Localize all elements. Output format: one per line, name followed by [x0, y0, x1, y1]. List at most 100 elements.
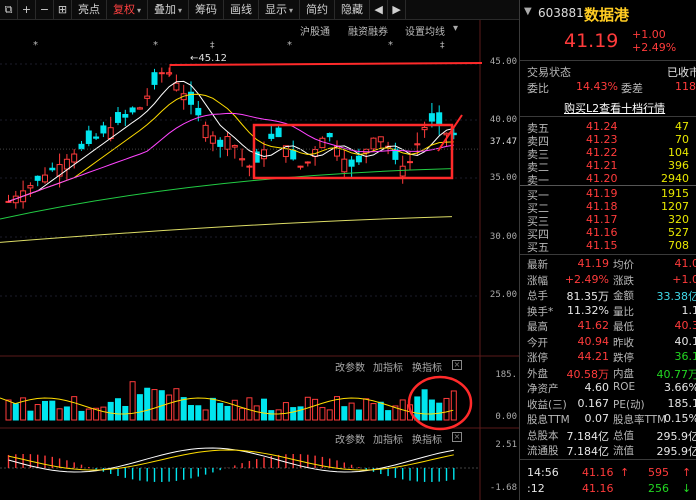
ma60-line	[0, 168, 453, 220]
toolbar-display-button[interactable]: 显示 ▾	[259, 0, 301, 20]
volume-bar	[107, 401, 114, 421]
stat-label: 流值	[613, 445, 634, 457]
ask-row[interactable]: 卖五 41.24 47	[520, 120, 696, 135]
candle-body	[246, 165, 253, 168]
bid-row[interactable]: 买三 41.17 320	[520, 213, 696, 228]
grid-icon[interactable]: ⊞	[54, 0, 72, 20]
ask-volume: 104	[668, 146, 689, 159]
quote-panel: ▼ 603881 数据港 41.19 +1.00 +2.49% 交易状态 已收市…	[519, 0, 696, 500]
ask-row[interactable]: 卖四 41.23 70	[520, 133, 696, 148]
stat-value: 40.94	[577, 334, 610, 348]
volume-bar	[5, 399, 12, 421]
candle-body	[377, 136, 384, 143]
chevron-down-icon[interactable]: ▾	[453, 23, 458, 34]
stat-label: 涨停	[527, 352, 548, 364]
trade-status-label: 交易状态	[527, 66, 571, 79]
window-icon[interactable]: ⧉	[0, 0, 18, 20]
candle-body	[268, 133, 275, 139]
candle-body	[5, 200, 12, 203]
plus-icon[interactable]: +	[18, 0, 36, 20]
stat-value: 185.1	[667, 396, 696, 410]
stat-value: 40.1	[674, 334, 696, 348]
minus-icon[interactable]: −	[36, 0, 54, 20]
candle-body	[209, 135, 216, 144]
volume-bar	[144, 387, 151, 421]
volume-bar	[253, 405, 260, 421]
event-star-icon: *	[33, 40, 38, 51]
buy-l2-link[interactable]: 购买L2查看十档行情	[564, 100, 665, 116]
stat-value: 40.77万	[656, 367, 696, 381]
stat-value: 36.1	[674, 350, 696, 363]
volume-bar	[42, 400, 48, 421]
volume-bar	[188, 405, 194, 421]
volume-bar	[268, 410, 275, 421]
volume-bar	[450, 390, 457, 421]
bid-row[interactable]: 买五 41.15 708	[520, 239, 696, 254]
menu-icon[interactable]: ▼	[524, 6, 532, 17]
ask-row[interactable]: 卖三 41.22 104	[520, 146, 696, 161]
prev-icon[interactable]: ◀	[370, 0, 389, 20]
candle-body	[122, 114, 129, 118]
tick-row: :12 41.16 256 ↓	[520, 482, 696, 496]
volume-bar	[34, 404, 41, 421]
stat-label: 流通股	[527, 445, 559, 457]
macd-add-indicator-button[interactable]: 加指标	[373, 431, 403, 446]
toolbar-simple-button[interactable]: 简约	[300, 0, 336, 20]
kline-chart-area[interactable]: * * * * ‡ ‡ 沪股通 融资融券 设置均线 ▾ ←45.12 45.00 40.0…	[0, 20, 519, 500]
vol-modify-params-button[interactable]: 改参数	[335, 359, 365, 374]
macd-switch-indicator-button[interactable]: 换指标	[412, 431, 442, 446]
toolbar-overlay-button[interactable]: 叠加 ▾	[148, 0, 190, 20]
last-price: 41.19	[564, 30, 619, 52]
volume-bar	[355, 409, 362, 421]
chart-toolbar: ⧉ + − ⊞ 亮点 复权 ▾ 叠加 ▾ 筹码 画线 显示 ▾ 简约 隐藏 ◀ ▶	[0, 0, 519, 20]
volume-bar	[275, 409, 282, 421]
volume-bar	[319, 407, 326, 421]
bid-row[interactable]: 买二 41.18 1207	[520, 200, 696, 215]
bid-row[interactable]: 买四 41.16 527	[520, 226, 696, 241]
bid-volume: 1207	[661, 200, 689, 213]
ask-price: 41.23	[586, 133, 618, 146]
stat-row: 总手 81.35万 金额 33.38亿	[520, 288, 696, 303]
price-tick: 25.00	[489, 290, 517, 300]
tick-price: 41.16	[582, 466, 614, 479]
tick-volume: 256	[648, 482, 669, 495]
vol-add-indicator-button[interactable]: 加指标	[373, 359, 403, 374]
macd-modify-params-button[interactable]: 改参数	[335, 431, 365, 446]
ask-volume: 47	[675, 120, 689, 133]
divider	[520, 185, 696, 186]
vol-close-icon[interactable]: ×	[452, 360, 462, 370]
stat-label: 内盘	[613, 367, 634, 380]
toolbar-adjust-button[interactable]: 复权 ▾	[107, 0, 149, 20]
toolbar-hide-button[interactable]: 隐藏	[335, 0, 371, 20]
stat-row: 涨幅 +2.49% 涨跌 +1.0	[520, 273, 696, 287]
vol-switch-indicator-button[interactable]: 换指标	[412, 359, 442, 374]
chevron-down-icon: ▾	[137, 5, 142, 15]
trade-status-row: 交易状态 已收市	[520, 64, 696, 79]
hk-connect-link[interactable]: 沪股通	[300, 23, 330, 38]
stat-label: 净资产	[527, 383, 559, 395]
stat-label: 外盘	[527, 367, 548, 380]
toolbar-highlight-button[interactable]: 亮点	[72, 0, 107, 20]
toolbar-chips-button[interactable]: 筹码	[189, 0, 225, 20]
set-ma-link[interactable]: 设置均线	[405, 23, 445, 38]
stat-value: 7.184亿	[566, 429, 610, 443]
volume-bar	[414, 396, 421, 421]
stat-label: 股息TTM	[527, 414, 570, 426]
stat-label: 换手*	[527, 305, 554, 318]
next-icon[interactable]: ▶	[388, 0, 407, 20]
stat-value: 40.3	[674, 319, 696, 332]
candle-body	[202, 124, 209, 139]
stat-value: 295.9亿	[656, 445, 696, 458]
bid-price: 41.19	[586, 187, 618, 200]
ask-row[interactable]: 卖一 41.20 2940	[520, 172, 696, 187]
bid-row[interactable]: 买一 41.19 1915	[520, 187, 696, 202]
toolbar-draw-button[interactable]: 画线	[224, 0, 260, 20]
candle-body	[297, 165, 304, 168]
tick-price: 41.16	[582, 482, 614, 495]
macd-close-icon[interactable]: ×	[452, 432, 462, 442]
volume-bar	[348, 402, 355, 421]
margin-trading-link[interactable]: 融资融券	[348, 23, 388, 38]
ma5-line	[8, 80, 454, 202]
ask-row[interactable]: 卖二 41.21 396	[520, 159, 696, 174]
stat-row: 股息TTM 0.07 股息率TTM 0.15%	[520, 412, 696, 426]
